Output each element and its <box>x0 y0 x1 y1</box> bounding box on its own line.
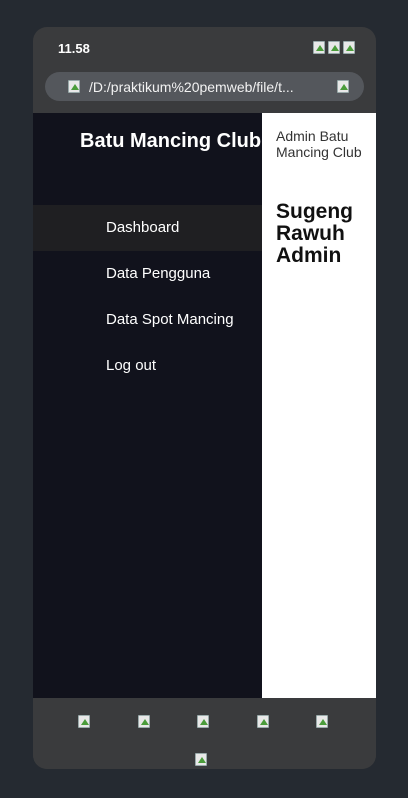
sidebar-menu: Dashboard Data Pengguna Data Spot Mancin… <box>33 205 262 389</box>
welcome-heading: Sugeng Rawuh Admin <box>276 200 353 267</box>
sidebar: Batu Mancing Club Dashboard Data Penggun… <box>33 113 262 698</box>
page-viewport: Batu Mancing Club Dashboard Data Penggun… <box>33 113 376 698</box>
site-info-icon[interactable] <box>68 80 81 93</box>
wifi-icon <box>328 41 341 54</box>
sidebar-item-log-out[interactable]: Log out <box>33 343 262 389</box>
bottom-nav-row <box>33 715 376 729</box>
tabs-icon[interactable] <box>257 715 270 728</box>
url-text[interactable]: /D:/praktikum%20pemweb/file/t... <box>89 79 319 95</box>
status-icons <box>313 41 356 54</box>
extra-icon[interactable] <box>195 753 208 766</box>
status-bar: 11.58 <box>33 27 376 67</box>
battery-icon <box>343 41 356 54</box>
forward-icon[interactable] <box>138 715 151 728</box>
browser-action-icon[interactable] <box>337 80 350 93</box>
brand-title: Batu Mancing Club <box>80 130 262 152</box>
back-icon[interactable] <box>78 715 91 728</box>
menu-icon[interactable] <box>316 715 329 728</box>
address-bar[interactable]: /D:/praktikum%20pemweb/file/t... <box>45 72 364 101</box>
main-content: Admin Batu Mancing Club Sugeng Rawuh Adm… <box>262 113 376 698</box>
sidebar-item-dashboard[interactable]: Dashboard <box>33 205 262 251</box>
status-time: 11.58 <box>58 41 90 56</box>
browser-bottom-bar <box>33 698 376 769</box>
signal-icon <box>313 41 326 54</box>
home-icon[interactable] <box>197 715 210 728</box>
sidebar-item-data-spot-mancing[interactable]: Data Spot Mancing <box>33 297 262 343</box>
sidebar-item-data-pengguna[interactable]: Data Pengguna <box>33 251 262 297</box>
admin-label: Admin Batu Mancing Club <box>276 128 362 160</box>
phone-frame: 11.58 /D:/praktikum%20pemweb/file/t... B… <box>33 27 376 769</box>
